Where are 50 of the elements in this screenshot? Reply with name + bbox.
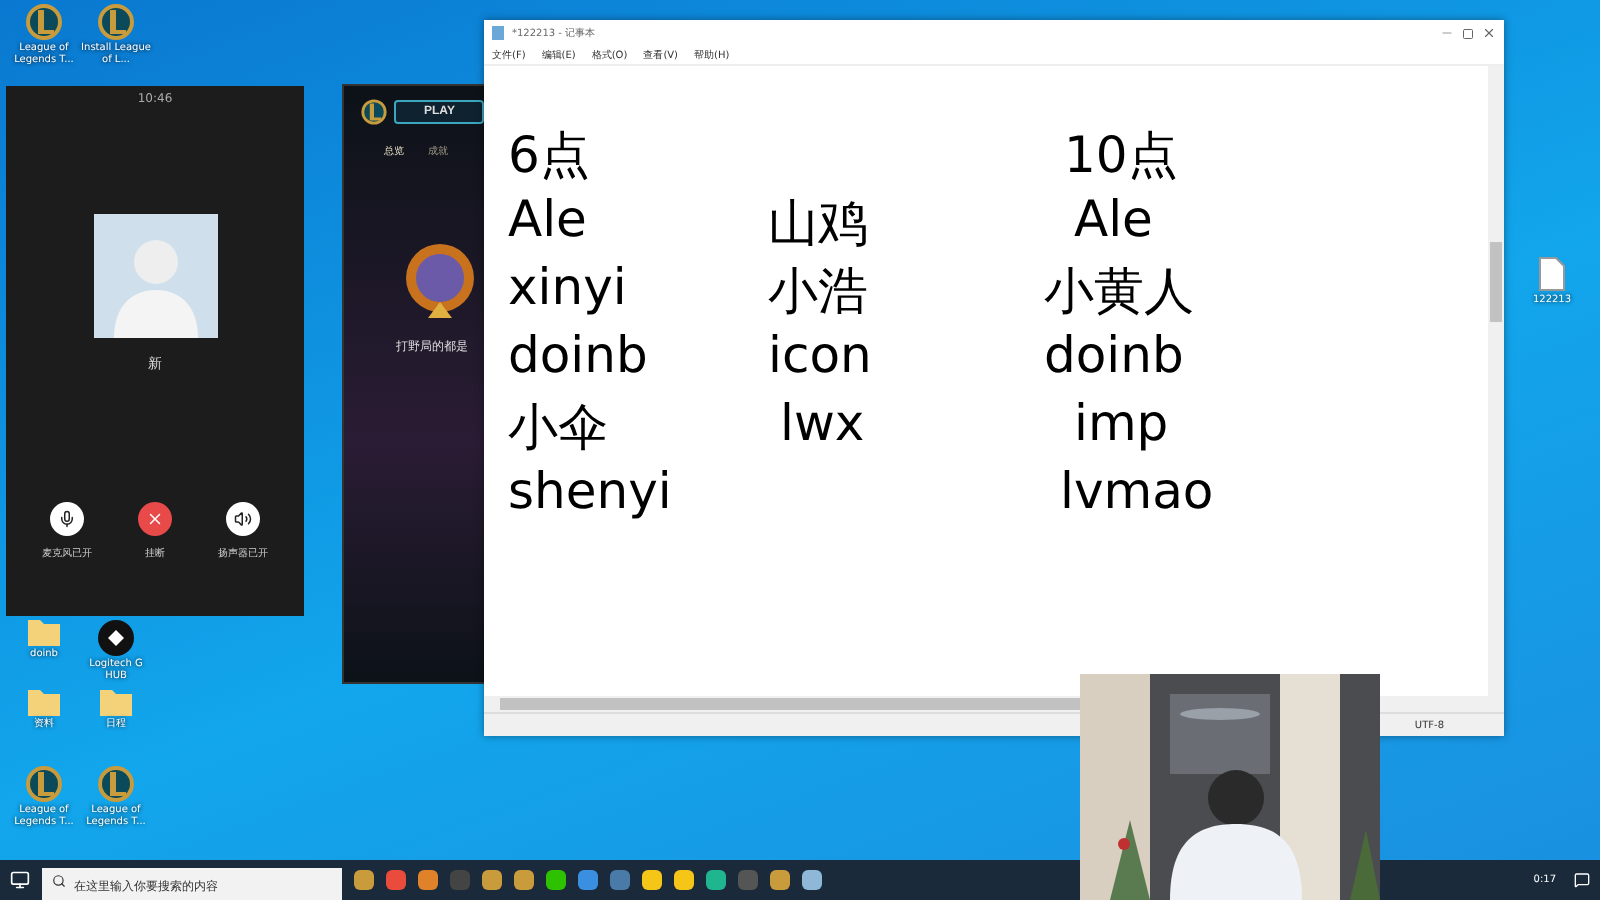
- game-logo-icon: [26, 4, 62, 40]
- game-logo-icon: [98, 766, 134, 802]
- note-text: 小伞: [508, 396, 610, 460]
- folder-icon: [28, 690, 60, 716]
- game-logo-icon: [98, 4, 134, 40]
- note-text: lvmao: [1058, 462, 1216, 524]
- note-text: 小黄人: [1044, 260, 1196, 324]
- app-icon[interactable]: [642, 870, 662, 890]
- microphone-button[interactable]: [50, 502, 84, 536]
- note-text: doinb: [508, 326, 650, 388]
- microphone-icon: [58, 510, 76, 528]
- game-logo-icon: [26, 766, 62, 802]
- app-icon[interactable]: [354, 870, 374, 890]
- app-icon[interactable]: [706, 870, 726, 890]
- folder-icon: [28, 620, 60, 646]
- note-text: lwx: [778, 394, 867, 456]
- app-icon: [98, 620, 134, 656]
- note-text: 10点: [1062, 124, 1180, 188]
- note-text: Ale: [1072, 190, 1155, 252]
- hang-up-button[interactable]: [138, 502, 172, 536]
- app-icon[interactable]: [578, 870, 598, 890]
- note-text: Ale: [508, 190, 589, 252]
- app-icon[interactable]: [770, 870, 790, 890]
- note-text: icon: [768, 326, 874, 388]
- notepad-icon: [492, 26, 504, 40]
- close-icon[interactable]: [1482, 26, 1496, 40]
- maximize-icon[interactable]: [1462, 27, 1474, 39]
- app-icon[interactable]: [386, 870, 406, 890]
- document-icon: [1538, 256, 1566, 292]
- app-icon[interactable]: [514, 870, 534, 890]
- note-text: doinb: [1044, 326, 1186, 388]
- note-text: shenyi: [508, 462, 674, 524]
- app-icon[interactable]: [418, 870, 438, 890]
- avatar: [93, 214, 217, 338]
- game-logo-icon: [360, 98, 388, 126]
- search-icon: [52, 874, 66, 888]
- app-icon[interactable]: [482, 870, 502, 890]
- note-text: imp: [1072, 394, 1171, 456]
- note-text: 6点: [508, 124, 592, 188]
- speaker-icon: [234, 510, 252, 528]
- folder-icon: [100, 690, 132, 716]
- notification-icon[interactable]: [1574, 872, 1590, 888]
- note-text: xinyi: [508, 258, 629, 320]
- speaker-button[interactable]: [226, 502, 260, 536]
- app-icon[interactable]: [674, 870, 694, 890]
- note-text: 小浩: [768, 260, 870, 324]
- close-icon: [146, 510, 164, 528]
- app-icon[interactable]: [802, 870, 822, 890]
- note-text: 山鸡: [768, 192, 870, 256]
- app-icon[interactable]: [546, 870, 566, 890]
